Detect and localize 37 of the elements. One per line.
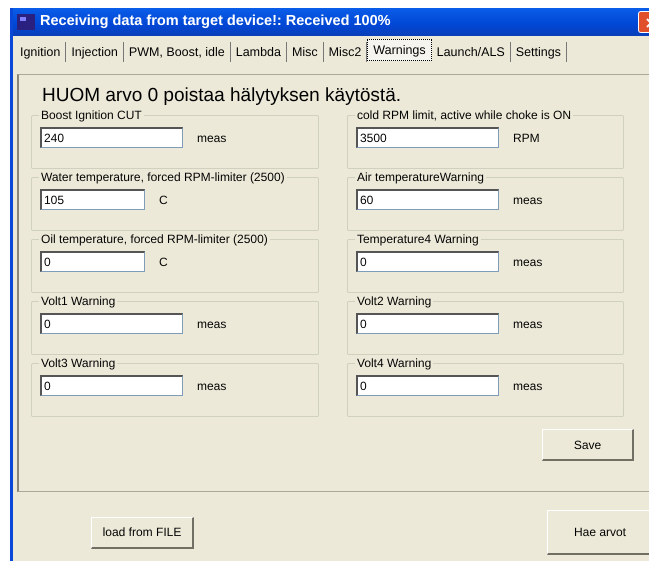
group-label: Air temperatureWarning: [355, 170, 486, 184]
unit-label: meas: [197, 130, 226, 147]
unit-label: meas: [513, 254, 542, 271]
unit-label: meas: [513, 378, 542, 395]
value-field[interactable]: 0: [356, 313, 499, 334]
value-field[interactable]: 0: [356, 375, 499, 396]
value-field[interactable]: 0: [40, 251, 145, 272]
load-from-file-button[interactable]: load from FILE: [91, 516, 194, 548]
group-label: Oil temperature, forced RPM-limiter (2500): [39, 232, 270, 246]
group-label: cold RPM limit, active while choke is ON: [355, 108, 574, 122]
group-label: Boost Ignition CUT: [39, 108, 144, 122]
unit-label: meas: [513, 316, 542, 333]
group-label: Volt4 Warning: [355, 356, 434, 370]
warning-heading: HUOM arvo 0 poistaa hälytyksen käytöstä.: [42, 85, 402, 107]
tab[interactable]: Warnings: [367, 39, 432, 61]
save-button[interactable]: Save: [542, 429, 634, 461]
unit-label: RPM: [513, 130, 540, 147]
unit-label: C: [159, 254, 168, 271]
group-label: Volt3 Warning: [39, 356, 118, 370]
value-field[interactable]: 105: [40, 189, 145, 210]
group-label: Volt1 Warning: [39, 294, 118, 308]
value-field[interactable]: 240: [40, 127, 183, 148]
unit-label: meas: [513, 192, 542, 209]
unit-label: C: [159, 192, 168, 209]
unit-label: meas: [197, 378, 226, 395]
value-field[interactable]: 3500: [356, 127, 499, 148]
value-field[interactable]: 0: [40, 375, 183, 396]
value-field[interactable]: 60: [356, 189, 499, 210]
group-label: Water temperature, forced RPM-limiter (2500): [39, 170, 287, 184]
app-icon: [17, 14, 35, 30]
value-field[interactable]: 0: [40, 313, 183, 334]
group-label: Volt2 Warning: [355, 294, 434, 308]
unit-label: meas: [197, 316, 226, 333]
group-label: Temperature4 Warning: [355, 232, 481, 246]
fetch-values-button[interactable]: Hae arvot: [547, 510, 649, 555]
value-field[interactable]: 0: [356, 251, 499, 272]
window-title: Receiving data from target device!: Received 100%: [40, 12, 391, 32]
